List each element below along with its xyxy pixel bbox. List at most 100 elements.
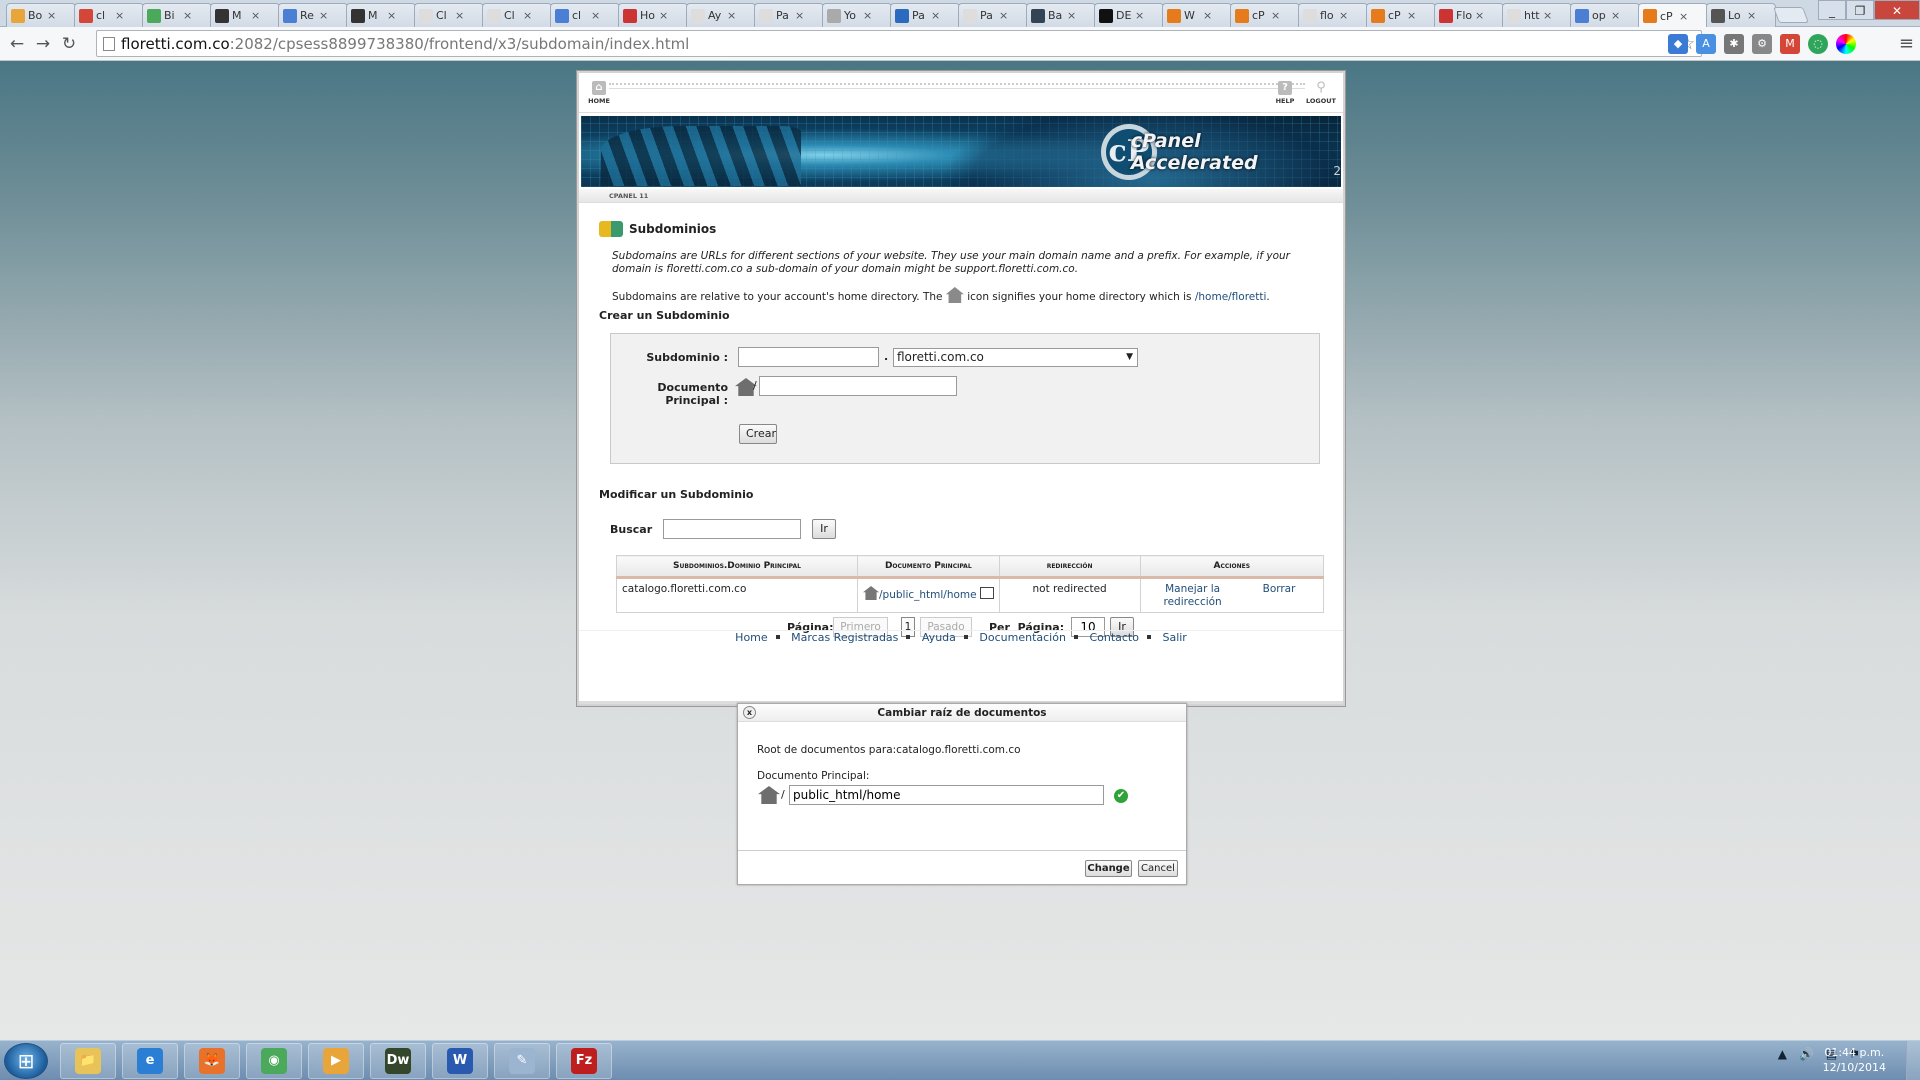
browser-tab[interactable]: W ×	[1162, 3, 1232, 27]
browser-tab[interactable]: M ×	[210, 3, 280, 27]
tab-close-icon[interactable]: ×	[1203, 9, 1212, 22]
browser-tab[interactable]: op ×	[1570, 3, 1640, 27]
browser-tab[interactable]: Flo ×	[1434, 3, 1504, 27]
docroot-input[interactable]	[759, 376, 957, 396]
domain-select[interactable]: floretti.com.co ▼	[893, 348, 1138, 367]
browser-tab[interactable]: Cl ×	[482, 3, 552, 27]
minimize-button[interactable]: _	[1818, 0, 1846, 20]
tab-close-icon[interactable]: ×	[455, 9, 464, 22]
taskbar-word-button[interactable]: W	[432, 1043, 488, 1079]
tab-close-icon[interactable]: ×	[1475, 9, 1484, 22]
browser-tab[interactable]: cl ×	[550, 3, 620, 27]
tab-close-icon[interactable]: ×	[1067, 9, 1076, 22]
tab-close-icon[interactable]: ×	[999, 9, 1008, 22]
tab-close-icon[interactable]: ×	[1679, 10, 1688, 23]
browser-tab[interactable]: Pa ×	[958, 3, 1028, 27]
manage-redirect-link[interactable]: Manejar la redirección	[1153, 583, 1233, 609]
tab-close-icon[interactable]: ×	[387, 9, 396, 22]
extension-icon[interactable]: ⚙	[1752, 34, 1772, 54]
forward-icon[interactable]: →	[30, 34, 56, 54]
home-dir-link[interactable]: /home/floretti	[1195, 291, 1267, 303]
extension-icon[interactable]: ◌	[1808, 34, 1828, 54]
extension-icon[interactable]: ✱	[1724, 34, 1744, 54]
search-input[interactable]	[663, 519, 801, 539]
tab-close-icon[interactable]: ×	[1407, 9, 1416, 22]
translate-icon[interactable]: A	[1696, 34, 1716, 54]
tab-close-icon[interactable]: ×	[727, 9, 736, 22]
tab-close-icon[interactable]: ×	[115, 9, 124, 22]
tab-close-icon[interactable]: ×	[47, 9, 56, 22]
footer-logout-link[interactable]: Salir	[1162, 631, 1186, 644]
browser-tab[interactable]: cl ×	[74, 3, 144, 27]
tab-close-icon[interactable]: ×	[931, 9, 940, 22]
browser-tab[interactable]: M ×	[346, 3, 416, 27]
taskbar-explorer-button[interactable]: 📁	[60, 1043, 116, 1079]
browser-tab[interactable]: Yo ×	[822, 3, 892, 27]
dialog-close-icon[interactable]: x	[743, 706, 756, 719]
tab-close-icon[interactable]: ×	[659, 9, 668, 22]
browser-tab[interactable]: Cl ×	[414, 3, 484, 27]
window-close-button[interactable]: ✕	[1874, 0, 1920, 20]
browser-tab[interactable]: htt ×	[1502, 3, 1572, 27]
browser-tab[interactable]: Pa ×	[890, 3, 960, 27]
restore-button[interactable]: ❐	[1846, 0, 1874, 20]
browser-tab[interactable]: Lo ×	[1706, 3, 1776, 27]
footer-contact-link[interactable]: Contacto	[1089, 631, 1139, 644]
browser-tab[interactable]: Ho ×	[618, 3, 688, 27]
subdomain-input[interactable]	[738, 347, 879, 367]
tab-close-icon[interactable]: ×	[1747, 9, 1756, 22]
taskbar-chrome-button[interactable]: ◉	[246, 1043, 302, 1079]
show-desktop-button[interactable]	[1906, 1041, 1920, 1080]
browser-tab[interactable]: cP ×	[1230, 3, 1300, 27]
taskbar-filezilla-button[interactable]: Fz	[556, 1043, 612, 1079]
docroot-link[interactable]: /public_html/home	[879, 589, 977, 601]
edit-icon[interactable]	[979, 587, 994, 599]
browser-tab[interactable]: Pa ×	[754, 3, 824, 27]
tab-close-icon[interactable]: ×	[251, 9, 260, 22]
tab-close-icon[interactable]: ×	[1543, 9, 1552, 22]
reload-icon[interactable]: ↻	[56, 34, 82, 54]
tab-close-icon[interactable]: ×	[591, 9, 600, 22]
footer-help-link[interactable]: Ayuda	[922, 631, 956, 644]
color-picker-icon[interactable]	[1836, 34, 1856, 54]
taskbar-ie-button[interactable]: e	[122, 1043, 178, 1079]
change-button[interactable]: Change	[1085, 860, 1132, 877]
tab-close-icon[interactable]: ×	[1271, 9, 1280, 22]
browser-tab[interactable]: DE ×	[1094, 3, 1164, 27]
browser-tab[interactable]: cP ×	[1638, 3, 1708, 28]
tab-close-icon[interactable]: ×	[523, 9, 532, 22]
address-bar[interactable]: floretti.com.co:2082/cpsess8899738380/fr…	[96, 30, 1702, 57]
dialog-docroot-input[interactable]	[789, 785, 1104, 805]
tab-close-icon[interactable]: ×	[1339, 9, 1348, 22]
taskbar-firefox-button[interactable]: 🦊	[184, 1043, 240, 1079]
start-button[interactable]: ⊞	[4, 1043, 48, 1079]
taskbar-notepad-button[interactable]: ✎	[494, 1043, 550, 1079]
col-docroot[interactable]: Documento Principal	[857, 555, 1000, 579]
tab-close-icon[interactable]: ×	[183, 9, 192, 22]
nav-logout[interactable]: ⚲ LOGOUT	[1303, 81, 1339, 106]
footer-docs-link[interactable]: Documentación	[979, 631, 1066, 644]
nav-help[interactable]: ? HELP	[1267, 81, 1303, 105]
create-button[interactable]: Crear	[739, 424, 777, 444]
tab-close-icon[interactable]: ×	[863, 9, 872, 22]
taskbar-dreamweaver-button[interactable]: Dw	[370, 1043, 426, 1079]
search-go-button[interactable]: Ir	[812, 519, 836, 539]
browser-tab[interactable]: Bi ×	[142, 3, 212, 27]
volume-icon[interactable]: 🔊	[1799, 1047, 1814, 1061]
browser-tab[interactable]: Bo ×	[6, 3, 76, 27]
tray-arrow-icon[interactable]: ▲	[1778, 1047, 1787, 1061]
extension-icon[interactable]: ◆	[1668, 34, 1688, 54]
tab-close-icon[interactable]: ×	[795, 9, 804, 22]
browser-tab[interactable]: Ba ×	[1026, 3, 1096, 27]
gmail-icon[interactable]: M	[1780, 34, 1800, 54]
browser-tab[interactable]: cP ×	[1366, 3, 1436, 27]
tab-close-icon[interactable]: ×	[319, 9, 328, 22]
tab-close-icon[interactable]: ×	[1611, 9, 1620, 22]
back-icon[interactable]: ←	[4, 34, 30, 54]
nav-home[interactable]: ⌂ HOME	[581, 81, 617, 105]
footer-home-link[interactable]: Home	[735, 631, 767, 644]
browser-tab[interactable]: flo ×	[1298, 3, 1368, 27]
chrome-menu-icon[interactable]: ≡	[1899, 33, 1914, 54]
col-subdomain[interactable]: Subdominios.Dominio Principal	[616, 555, 858, 579]
delete-link[interactable]: Borrar	[1263, 583, 1296, 595]
